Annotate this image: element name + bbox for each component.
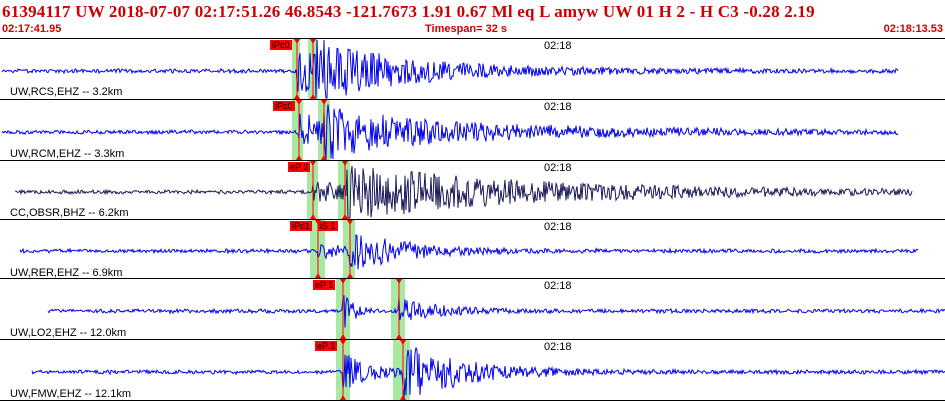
channel-panel[interactable]: iPc0 02:18 UW,RCM,EHZ -- 3.3km (0, 100, 945, 161)
channel-panel[interactable]: eP 1 02:18 UW,LO2,EHZ -- 12.0km (0, 279, 945, 340)
s-window (393, 340, 410, 400)
timespan-label: Timespan= 32 s (425, 23, 508, 35)
end-time: 02:18:13.53 (883, 23, 943, 35)
time-tick-label: 02:18 (544, 101, 572, 113)
channel-panel[interactable]: eP 2 02:18 CC,OBSR,BHZ -- 6.2km (0, 161, 945, 220)
waveform-trace (14, 165, 913, 219)
p-pick-label[interactable]: iPc0 (273, 101, 295, 111)
waveform-plot (1, 100, 899, 160)
channel-label: UW,FMW,EHZ -- 12.1km (10, 388, 131, 400)
p-pick-label[interactable]: eP 2 (288, 162, 311, 172)
p-pick-label[interactable]: eP 1 (313, 280, 336, 290)
start-time: 02:17:41.95 (2, 23, 62, 35)
p-pick-label[interactable]: iPd1 (290, 221, 313, 231)
event-title: 61394117 UW 2018-07-07 02:17:51.26 46.85… (2, 2, 815, 21)
waveform-trace (31, 347, 945, 400)
waveform-trace (1, 39, 899, 99)
time-tick-label: 02:18 (544, 221, 572, 233)
waveform-plot (14, 161, 913, 219)
channel-label: UW,RCS,EHZ -- 3.2km (10, 86, 123, 98)
channel-panel[interactable]: iPc0 02:18 UW,RCS,EHZ -- 3.2km (0, 39, 945, 100)
channel-label: UW,LO2,EHZ -- 12.0km (10, 327, 127, 339)
event-header: 61394117 UW 2018-07-07 02:17:51.26 46.85… (0, 0, 945, 39)
waveform-plot (1, 39, 899, 99)
p-pick-label[interactable]: iPc0 (270, 40, 292, 50)
s-window (343, 220, 355, 278)
waveform-plot (19, 220, 919, 278)
waveform-plot (31, 340, 945, 400)
waveform-trace (1, 104, 899, 160)
channel-label: CC,OBSR,BHZ -- 6.2km (10, 207, 129, 219)
s-pick-label[interactable]: iS 1 (318, 221, 338, 231)
waveform-trace (19, 233, 919, 270)
channel-label: UW,RCM,EHZ -- 3.3km (10, 148, 125, 160)
time-tick-label: 02:18 (544, 162, 572, 174)
channel-panel[interactable]: iPd1 iS 1 02:18 UW,RER,EHZ -- 6.9km (0, 220, 945, 279)
time-tick-label: 02:18 (544, 280, 572, 292)
waveform-trace (47, 294, 945, 328)
channel-panel[interactable]: eP 1 02:18 UW,FMW,EHZ -- 12.1km (0, 340, 945, 401)
time-tick-label: 02:18 (544, 40, 572, 52)
waveform-plot (47, 279, 945, 339)
p-pick-label[interactable]: eP 1 (315, 341, 338, 351)
time-tick-label: 02:18 (544, 341, 572, 353)
channel-label: UW,RER,EHZ -- 6.9km (10, 267, 123, 279)
